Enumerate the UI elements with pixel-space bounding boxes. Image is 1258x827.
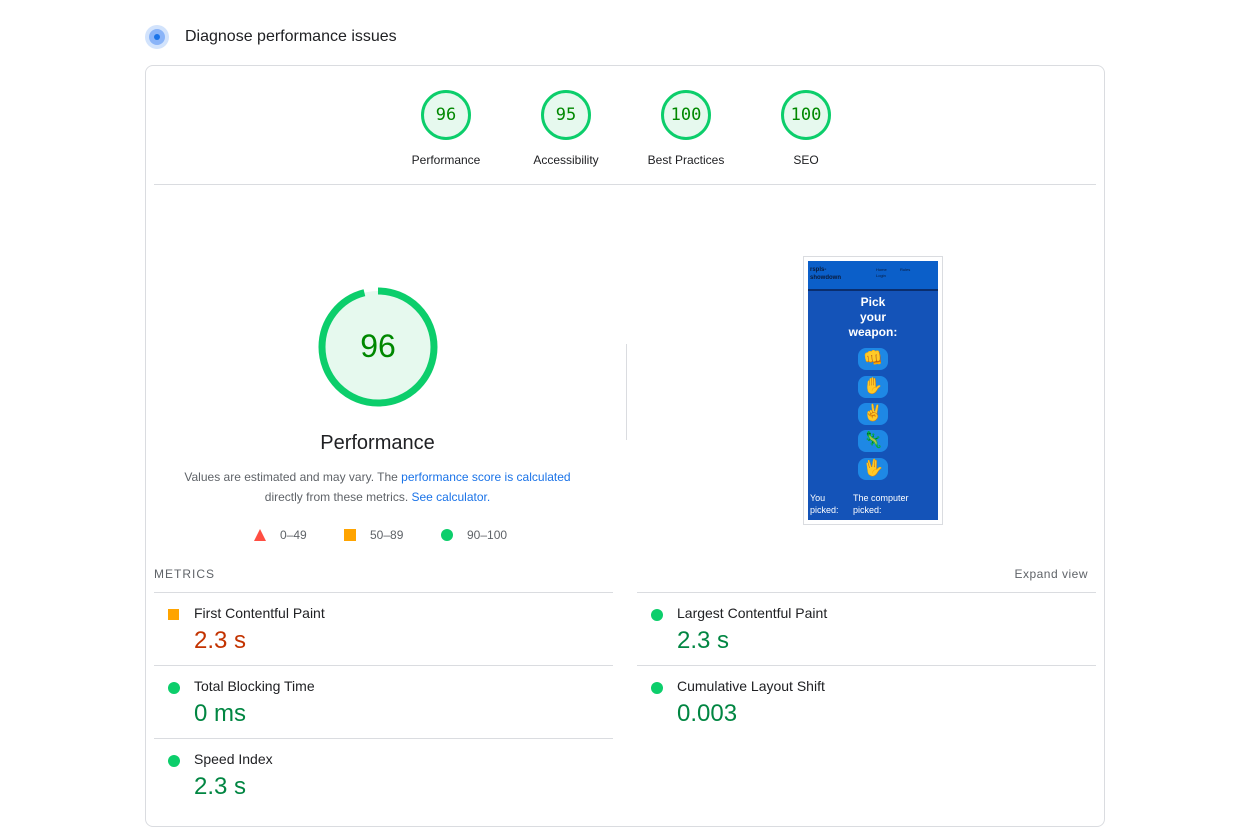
category-gauges: 96 Performance 95 Accessibility 100 Best… bbox=[146, 90, 1104, 170]
average-square-icon bbox=[168, 609, 179, 620]
weapon-paper: ✋ bbox=[858, 376, 888, 398]
metric-value: 0 ms bbox=[194, 700, 247, 727]
legend-range: 0–49 bbox=[280, 528, 307, 542]
metric-largest-contentful-paint: Largest Contentful Paint 2.3 s bbox=[637, 592, 1096, 665]
weapon-lizard: 🦎 bbox=[858, 430, 888, 452]
weapon-scissors: ✌️ bbox=[858, 403, 888, 425]
screenshot-content: rspls-showdown Home Rules Login Pick you… bbox=[808, 261, 938, 520]
screenshot-nav-link: Home bbox=[876, 267, 887, 272]
gauge-seo[interactable]: 100 SEO bbox=[751, 90, 861, 167]
divider bbox=[154, 184, 1096, 185]
screenshot-nav-link: Rules bbox=[900, 267, 911, 272]
legend-range: 50–89 bbox=[370, 528, 404, 542]
score-calculated-link[interactable]: performance score is calculated bbox=[401, 470, 570, 484]
section-title: Diagnose performance issues bbox=[185, 28, 397, 45]
pass-circle-icon bbox=[651, 682, 663, 694]
gauge-accessibility[interactable]: 95 Accessibility bbox=[511, 90, 621, 167]
gauge-label: Accessibility bbox=[533, 153, 599, 167]
gauge-score: 96 bbox=[435, 105, 457, 125]
gauge-ring: 100 bbox=[781, 90, 831, 140]
gauge-score: 100 bbox=[670, 105, 702, 125]
section-header: Diagnose performance issues bbox=[145, 24, 397, 50]
gauge-ring: 95 bbox=[541, 90, 591, 140]
metric-name: Cumulative Layout Shift bbox=[677, 678, 825, 694]
performance-title: Performance bbox=[320, 432, 435, 454]
pass-circle-icon bbox=[651, 609, 663, 621]
legend-pass: 90–100 bbox=[441, 528, 507, 542]
screenshot-nav-link: Login bbox=[876, 273, 886, 278]
vertical-divider bbox=[626, 344, 627, 440]
diagnose-icon bbox=[145, 25, 169, 49]
gauge-score: 95 bbox=[555, 105, 577, 125]
performance-score: 96 bbox=[360, 328, 396, 364]
screenshot-heading: Pick your weapon: bbox=[808, 295, 938, 340]
see-calculator-link[interactable]: See calculator. bbox=[411, 490, 490, 504]
legend-range: 90–100 bbox=[467, 528, 508, 542]
metric-name: Total Blocking Time bbox=[194, 678, 315, 694]
metric-name: Largest Contentful Paint bbox=[677, 605, 828, 621]
expand-view-button[interactable]: Expand view bbox=[1014, 567, 1088, 581]
screenshot-navbar: rspls-showdown Home Rules Login bbox=[808, 261, 938, 291]
note-prefix: Values are estimated and may vary. The bbox=[184, 470, 402, 484]
circle-icon bbox=[441, 529, 453, 541]
gauge-ring: 96 bbox=[421, 90, 471, 140]
you-picked-label: You picked: bbox=[810, 493, 839, 515]
metric-value: 2.3 s bbox=[194, 773, 247, 800]
weapon-spock: 🖖 bbox=[858, 458, 888, 480]
pass-circle-icon bbox=[168, 682, 180, 694]
heading-text: Pick your weapon: bbox=[848, 295, 898, 339]
metric-total-blocking-time: Total Blocking Time 0 ms bbox=[154, 665, 613, 738]
gauge-label: SEO bbox=[793, 153, 819, 167]
metrics-heading: METRICS bbox=[154, 567, 215, 581]
metric-name: First Contentful Paint bbox=[194, 605, 325, 621]
metric-value: 2.3 s bbox=[194, 627, 247, 654]
gauge-performance[interactable]: 96 Performance bbox=[391, 90, 501, 167]
gauge-score: 100 bbox=[790, 105, 822, 125]
metric-value: 0.003 bbox=[677, 700, 738, 727]
performance-note: Values are estimated and may vary. The p… bbox=[176, 467, 579, 507]
metric-speed-index: Speed Index 2.3 s bbox=[154, 738, 613, 811]
final-screenshot[interactable]: rspls-showdown Home Rules Login Pick you… bbox=[803, 256, 943, 525]
screenshot-brand: rspls-showdown bbox=[810, 267, 841, 281]
metric-first-contentful-paint: First Contentful Paint 2.3 s bbox=[154, 592, 613, 665]
legend-fail: 0–49 bbox=[254, 528, 307, 542]
pass-circle-icon bbox=[168, 755, 180, 767]
gauge-label: Performance bbox=[411, 153, 481, 167]
triangle-icon bbox=[254, 529, 266, 541]
performance-gauge: 96 bbox=[318, 287, 438, 407]
computer-picked-label: The computer picked: bbox=[853, 493, 909, 515]
gauge-ring: 100 bbox=[661, 90, 711, 140]
gauge-best-practices[interactable]: 100 Best Practices bbox=[631, 90, 741, 167]
gauge-label: Best Practices bbox=[647, 153, 725, 167]
report-card: 96 Performance 95 Accessibility 100 Best… bbox=[145, 65, 1105, 827]
weapon-rock: 👊 bbox=[858, 348, 888, 370]
note-middle: directly from these metrics. bbox=[264, 490, 412, 504]
square-icon bbox=[344, 529, 356, 541]
metric-cumulative-layout-shift: Cumulative Layout Shift 0.003 bbox=[637, 665, 1096, 738]
metric-value: 2.3 s bbox=[677, 627, 730, 654]
metric-name: Speed Index bbox=[194, 751, 273, 767]
legend-average: 50–89 bbox=[344, 528, 403, 542]
score-legend: 0–49 50–89 90–100 bbox=[146, 528, 609, 544]
